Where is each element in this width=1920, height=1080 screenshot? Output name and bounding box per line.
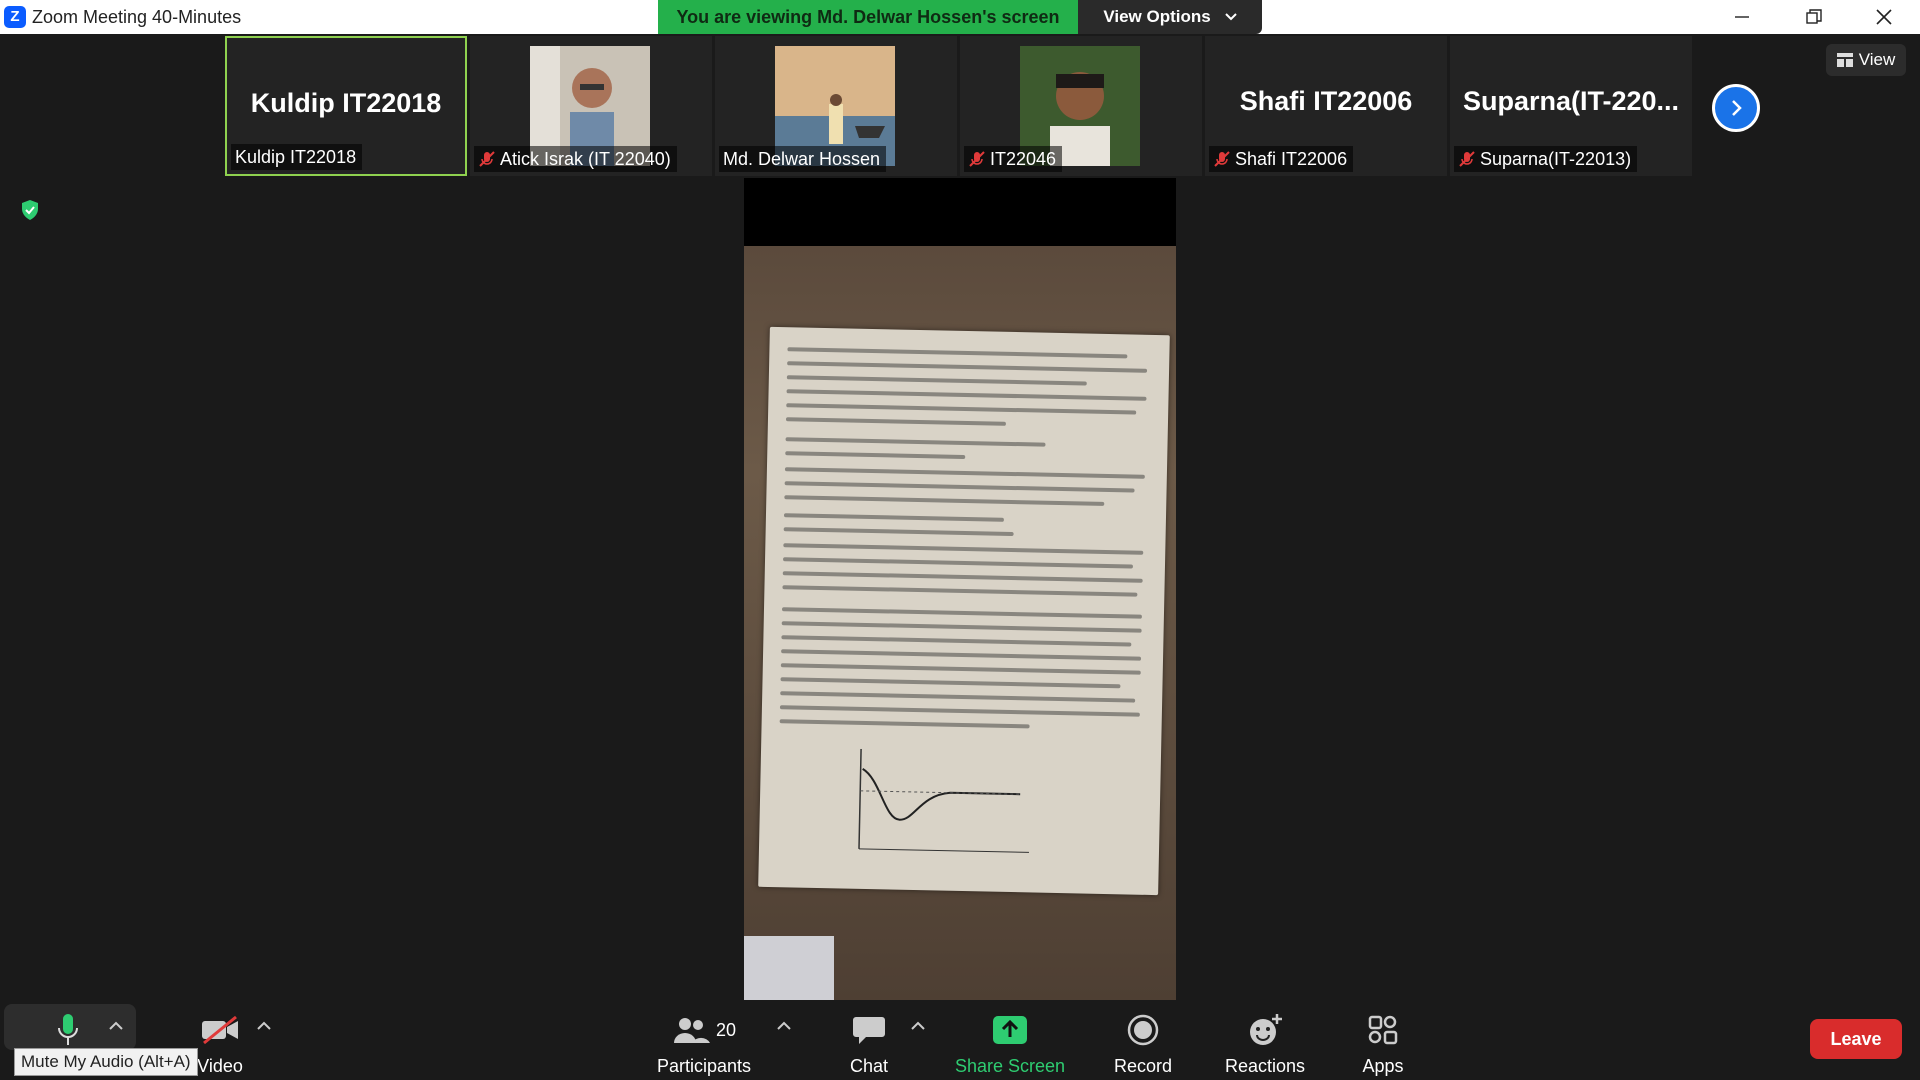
shared-screen-image: [744, 246, 1176, 1000]
participant-name-label: IT22046: [964, 146, 1063, 172]
participant-name-label: Atick Israk (IT 22040): [474, 146, 677, 172]
close-button[interactable]: [1854, 0, 1914, 34]
video-off-icon: [202, 1015, 238, 1045]
share-screen-icon: [993, 1016, 1027, 1044]
leave-button[interactable]: Leave: [1810, 1019, 1902, 1059]
record-icon: [1127, 1014, 1159, 1046]
participant-name: Md. Delwar Hossen: [723, 148, 881, 169]
window-title: Zoom Meeting 40-Minutes: [32, 7, 242, 27]
participant-name: Shafi IT22006: [1235, 148, 1348, 169]
participant-name: Suparna(IT-22013): [1480, 148, 1632, 169]
video-options-caret-icon[interactable]: [256, 1020, 272, 1032]
video-label: Video: [197, 1056, 243, 1076]
view-button[interactable]: View: [1826, 44, 1906, 76]
participant-big-name: Shafi IT22006: [1239, 86, 1413, 116]
participant-tile[interactable]: Atick Israk (IT 22040): [470, 36, 712, 176]
chat-label: Chat: [849, 1056, 889, 1076]
participants-options-caret-icon[interactable]: [776, 1020, 792, 1032]
record-button[interactable]: Record: [1110, 1000, 1176, 1080]
minimize-icon: [1735, 16, 1749, 18]
participant-tile[interactable]: Md. Delwar Hossen: [715, 36, 957, 176]
participants-icon: [673, 1018, 710, 1043]
audio-options-caret-icon[interactable]: [108, 1020, 124, 1032]
share-screen-label: Share Screen: [954, 1056, 1066, 1076]
participant-tile[interactable]: Suparna(IT-220... Suparna(IT-22013): [1450, 36, 1692, 176]
apps-label: Apps: [1362, 1056, 1404, 1076]
participant-big-name: Kuldip IT22018: [250, 88, 442, 118]
chevron-right-icon: [1732, 100, 1742, 116]
participant-name-label: Shafi IT22006: [1209, 146, 1354, 172]
book-page-image: [758, 326, 1170, 896]
participants-label: Participants: [656, 1056, 752, 1076]
reactions-button[interactable]: Reactions: [1222, 1000, 1308, 1080]
share-screen-button[interactable]: Share Screen: [955, 1000, 1065, 1080]
restore-button[interactable]: [1784, 0, 1844, 34]
chat-icon: [853, 1017, 885, 1044]
participant-tile[interactable]: Shafi IT22006 Shafi IT22006: [1205, 36, 1447, 176]
muted-mic-icon: [969, 151, 985, 167]
participant-tile[interactable]: IT22046: [960, 36, 1202, 176]
participant-name-label: Suparna(IT-22013): [1454, 146, 1638, 172]
muted-mic-icon: [1459, 151, 1475, 167]
calendar-image: [744, 936, 834, 1000]
apps-button[interactable]: Apps: [1358, 1000, 1408, 1080]
next-page-button[interactable]: [1712, 84, 1760, 132]
zoom-logo-icon: Z: [4, 6, 26, 28]
minimize-button[interactable]: [1712, 0, 1772, 34]
participant-name: Atick Israk (IT 22040): [500, 148, 671, 169]
shared-screen[interactable]: [744, 178, 1176, 1000]
apps-icon: [1368, 1015, 1398, 1045]
microphone-icon: [58, 1014, 78, 1045]
muted-mic-icon: [1214, 151, 1230, 167]
chat-options-caret-icon[interactable]: [910, 1020, 926, 1032]
view-options-button[interactable]: View Options: [1078, 0, 1262, 34]
grid-view-icon: [1836, 53, 1853, 67]
potential-energy-diagram: [858, 748, 1029, 853]
participant-name-label: Md. Delwar Hossen: [719, 146, 887, 172]
participant-name: Kuldip IT22018: [235, 146, 357, 167]
participant-name: IT22046: [990, 148, 1057, 169]
reactions-icon: [1250, 1014, 1282, 1045]
restore-icon: [1806, 9, 1822, 24]
viewing-screen-banner: You are viewing Md. Delwar Hossen's scre…: [658, 0, 1078, 34]
muted-mic-icon: [479, 151, 495, 167]
participant-tile[interactable]: Kuldip IT22018 Kuldip IT22018: [225, 36, 467, 176]
participants-button[interactable]: 20 Participants: [650, 1000, 758, 1080]
reactions-label: Reactions: [1224, 1056, 1306, 1076]
view-label: View: [1858, 50, 1896, 69]
meeting-toolbar: Video 20 Participants Chat Share Screen …: [0, 1000, 1920, 1080]
close-icon: [1876, 9, 1892, 25]
record-label: Record: [1113, 1056, 1173, 1076]
chat-button[interactable]: Chat: [840, 1000, 898, 1080]
mute-audio-tooltip: Mute My Audio (Alt+A): [14, 1048, 198, 1076]
participant-name-label: Kuldip IT22018: [231, 144, 363, 170]
encryption-shield-icon[interactable]: [18, 198, 42, 222]
view-options-label: View Options: [1103, 7, 1211, 26]
participant-big-name: Suparna(IT-220...: [1462, 86, 1680, 116]
chevron-down-icon: [1224, 13, 1237, 21]
participants-count: 20: [715, 1019, 737, 1040]
